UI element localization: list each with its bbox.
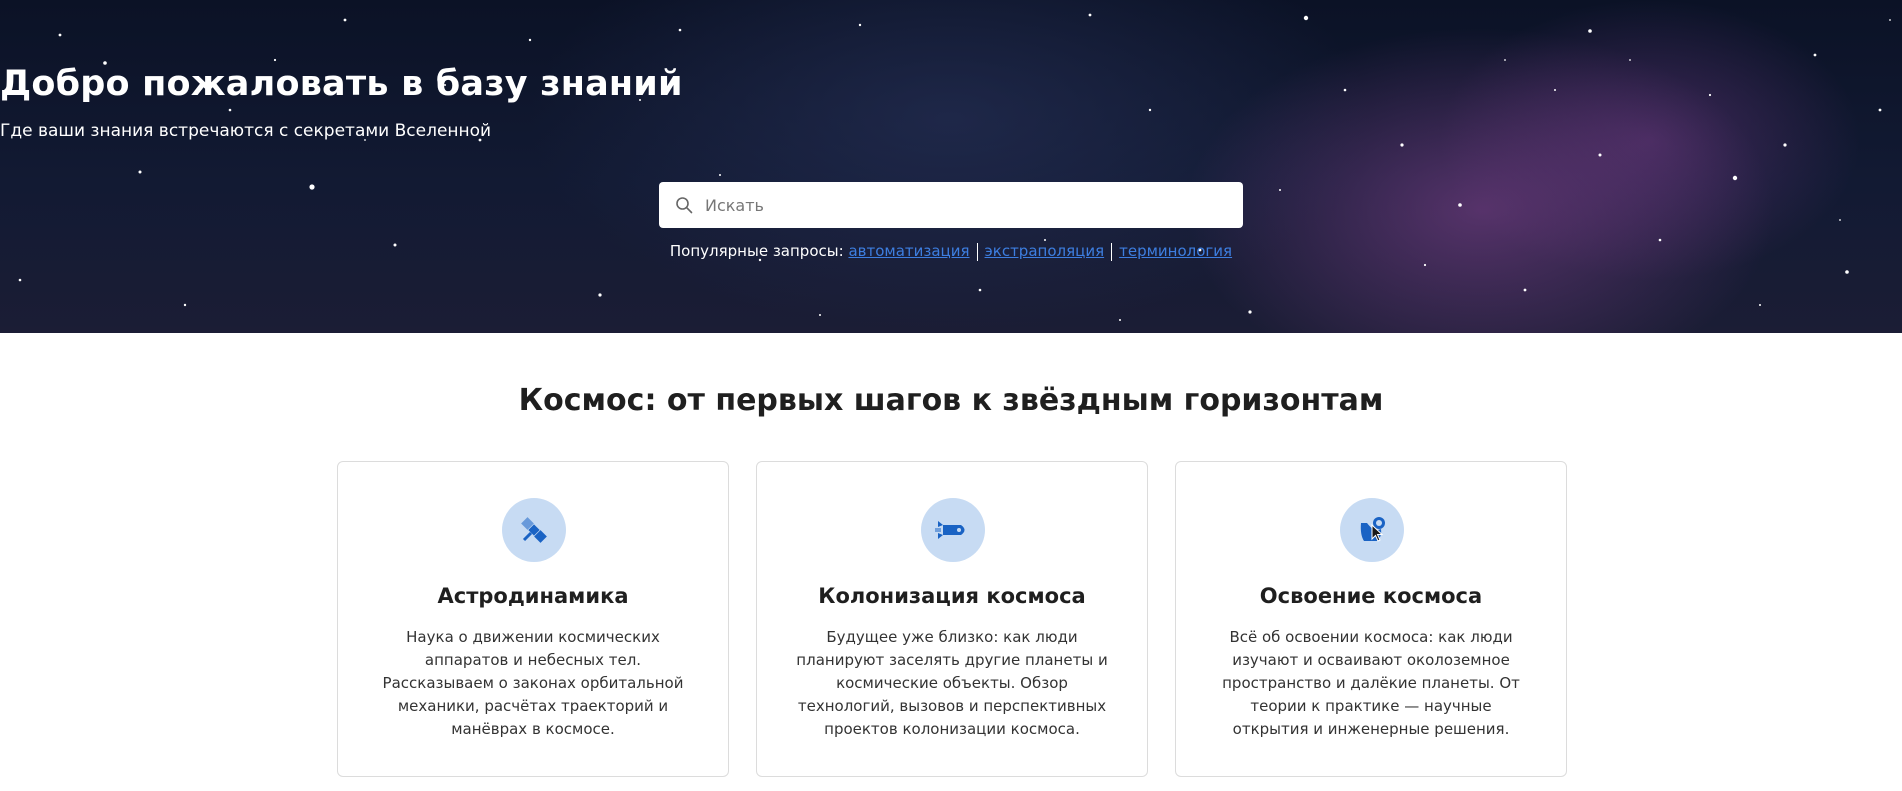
popular-link-extrapolation[interactable]: экстраполяция — [985, 242, 1105, 260]
card-space-exploration[interactable]: Освоение космоса Всё об освоении космоса… — [1175, 461, 1567, 777]
starfield-background — [18, 13, 1891, 321]
page-subtitle: Где ваши знания встречаются с секретами … — [0, 121, 492, 141]
card-text: Наука о движении космических аппаратов и… — [382, 628, 684, 738]
popular-link-terminology[interactable]: терминология — [1119, 242, 1232, 260]
card-astrodynamics[interactable]: Астродинамика Наука о движении космическ… — [337, 461, 729, 777]
card-title: Астродинамика — [437, 584, 629, 608]
search-icon — [676, 197, 693, 214]
hero-banner: Добро пожаловать в базу знаний Где ваши … — [0, 0, 1902, 333]
card-text: Будущее уже близко: как люди планируют з… — [796, 628, 1108, 738]
separator — [976, 242, 978, 261]
page-title: Добро пожаловать в базу знаний — [0, 64, 683, 104]
card-text: Всё об освоении космоса: как люди изучаю… — [1222, 628, 1520, 738]
search-box[interactable] — [659, 182, 1243, 228]
card-space-colonization[interactable]: Колонизация космоса Будущее уже близко: … — [756, 461, 1148, 777]
popular-queries: Популярные запросы: автоматизация экстрап… — [0, 242, 1902, 261]
popular-link-automation[interactable]: автоматизация — [848, 242, 969, 260]
card-title: Освоение космоса — [1259, 584, 1483, 608]
separator — [1111, 242, 1113, 261]
astronaut-icon — [1340, 498, 1404, 562]
cards-grid: Астродинамика Наука о движении космическ… — [337, 461, 1567, 777]
popular-queries-label: Популярные запросы: — [669, 242, 844, 260]
search-input[interactable] — [703, 194, 1237, 216]
section-title: Космос: от первых шагов к звёздным гориз… — [518, 383, 1384, 418]
card-title: Колонизация космоса — [818, 584, 1086, 608]
rocket-icon — [921, 498, 985, 562]
satellite-icon — [502, 498, 566, 562]
